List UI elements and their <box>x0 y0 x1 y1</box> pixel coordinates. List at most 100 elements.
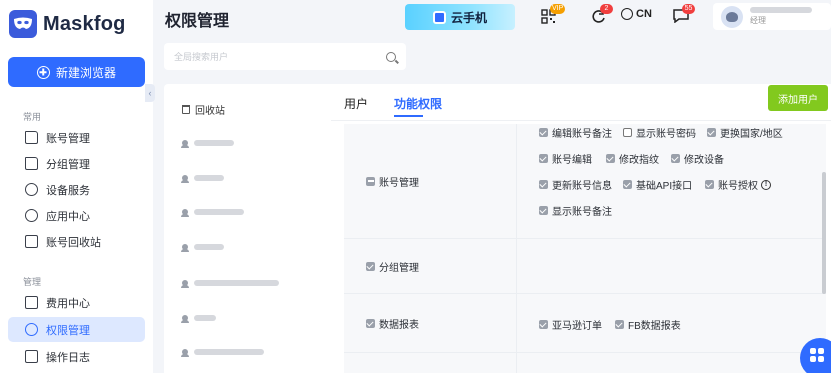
list-item[interactable] <box>181 244 224 252</box>
plus-circle-icon <box>36 65 50 79</box>
permission-group-reports[interactable]: 数据报表 <box>344 294 517 352</box>
sidebar-item-label: 分组管理 <box>46 158 90 171</box>
tab-users[interactable]: 用户 <box>344 95 368 112</box>
sidebar-item-label: 费用中心 <box>46 297 90 310</box>
sidebar-item-permission-management[interactable]: 权限管理 <box>8 317 145 342</box>
checkbox-checked-icon <box>366 261 375 271</box>
content-scrollbar[interactable] <box>822 172 826 294</box>
list-item[interactable] <box>181 349 264 357</box>
log-icon <box>25 350 38 363</box>
refresh-button[interactable]: 2 <box>591 4 613 24</box>
user-icon <box>181 175 189 183</box>
user-icon <box>181 280 189 288</box>
user-icon <box>181 315 189 323</box>
floating-apps-button[interactable] <box>800 338 831 373</box>
list-item[interactable] <box>181 209 244 217</box>
perm-edit-account[interactable]: 账号编辑 <box>539 151 592 166</box>
mask-logo-icon <box>9 10 37 38</box>
sidebar-item-operation-log[interactable]: 操作日志 <box>8 344 145 369</box>
perm-show-account-note[interactable]: 显示账号备注 <box>539 203 612 218</box>
qr-code-button[interactable]: VIP <box>541 4 566 24</box>
list-item[interactable] <box>181 280 279 288</box>
perm-amazon-orders[interactable]: 亚马逊订单 <box>539 317 602 332</box>
cube-icon <box>25 209 38 222</box>
sidebar-item-label: 设备服务 <box>46 184 90 197</box>
shield-icon <box>25 323 38 336</box>
checkbox-checked-icon <box>623 180 632 189</box>
list-item[interactable] <box>181 175 224 183</box>
perm-modify-device[interactable]: 修改设备 <box>671 151 724 166</box>
sidebar: Maskfog 新建浏览器 ‹ 常用 账号管理 分组管理 设备服务 应用中心 账… <box>0 0 155 373</box>
group-checkbox[interactable]: 数据报表 <box>366 316 419 331</box>
new-browser-button[interactable]: 新建浏览器 <box>8 57 145 87</box>
vip-badge: VIP <box>550 4 566 14</box>
perm-label: 账号授权 <box>718 181 758 192</box>
global-user-search[interactable]: 全局搜索用户 <box>164 43 406 70</box>
permission-table: 账号管理 编辑账号备注 显示账号密码 更换国家/地区 账号编辑 修改指纹 修改设… <box>344 124 826 373</box>
section-label-manage: 管理 <box>23 277 42 287</box>
perm-update-account-info[interactable]: 更新账号信息 <box>539 177 612 192</box>
sidebar-item-device-service[interactable]: 设备服务 <box>8 177 145 202</box>
user-name-redacted <box>194 209 244 215</box>
perm-label: 亚马逊订单 <box>552 321 602 332</box>
perm-label: 编辑账号备注 <box>552 129 612 140</box>
perm-change-country[interactable]: 更换国家/地区 <box>707 125 783 140</box>
page-title: 权限管理 <box>165 13 230 30</box>
phone-icon <box>432 10 446 24</box>
sidebar-collapse-toggle[interactable]: ‹ <box>145 84 155 102</box>
sidebar-item-account-management[interactable]: 账号管理 <box>8 125 145 150</box>
checkbox-checked-icon <box>615 320 624 329</box>
sidebar-item-billing[interactable]: 费用中心 <box>8 290 145 315</box>
location-pin-icon <box>25 183 38 196</box>
language-switcher[interactable]: CN <box>621 8 652 20</box>
user-name-redacted <box>194 175 224 181</box>
recycle-bin-item[interactable]: 回收站 <box>182 102 225 117</box>
checkbox-checked-icon <box>539 180 548 189</box>
perm-label: 更换国家/地区 <box>720 129 783 140</box>
messages-button[interactable]: 55 <box>673 4 695 24</box>
list-item[interactable] <box>181 315 216 323</box>
perm-show-account-password[interactable]: 显示账号密码 <box>623 125 696 140</box>
info-icon[interactable]: ! <box>761 179 771 190</box>
cloud-phone-label: 云手机 <box>450 10 487 25</box>
folder-icon <box>25 131 38 144</box>
checkbox-checked-icon <box>539 154 548 163</box>
user-role: 经理 <box>750 16 766 25</box>
checkbox-indeterminate-icon <box>366 176 375 186</box>
add-user-button[interactable]: 添加用户 <box>768 85 828 111</box>
permission-group-group[interactable]: 分组管理 <box>344 239 517 293</box>
user-name-redacted <box>194 140 234 146</box>
checkbox-checked-icon <box>705 180 714 189</box>
list-item[interactable] <box>181 140 234 148</box>
perm-modify-fingerprint[interactable]: 修改指纹 <box>606 151 659 166</box>
user-profile-menu[interactable]: 经理 <box>713 3 831 30</box>
perm-label: 修改设备 <box>684 155 724 166</box>
group-checkbox[interactable]: 分组管理 <box>366 259 419 274</box>
user-name-redacted <box>194 349 264 355</box>
sidebar-item-group-management[interactable]: 分组管理 <box>8 151 145 176</box>
checkbox-checked-icon <box>539 128 548 137</box>
perm-edit-account-note[interactable]: 编辑账号备注 <box>539 125 612 140</box>
avatar <box>721 5 743 28</box>
search-icon[interactable] <box>386 51 396 62</box>
sidebar-item-app-center[interactable]: 应用中心 <box>8 203 145 228</box>
sidebar-item-account-recycle[interactable]: 账号回收站 <box>8 229 145 254</box>
group-label: 数据报表 <box>379 319 419 331</box>
user-icon <box>181 209 189 217</box>
refresh-badge: 2 <box>600 4 613 14</box>
tab-feature-permissions[interactable]: 功能权限 <box>394 95 442 112</box>
app-logo[interactable]: Maskfog <box>9 10 126 38</box>
cloud-phone-button[interactable]: 云手机 <box>405 4 515 30</box>
group-checkbox[interactable]: 账号管理 <box>366 174 419 189</box>
perm-label: 更新账号信息 <box>552 181 612 192</box>
perm-fb-reports[interactable]: FB数据报表 <box>615 317 681 332</box>
perm-basic-api[interactable]: 基础API接口 <box>623 177 692 192</box>
dollar-icon <box>25 296 38 309</box>
user-name-redacted <box>194 280 279 286</box>
permission-group-account[interactable]: 账号管理 <box>344 124 517 238</box>
search-input[interactable]: 全局搜索用户 <box>174 50 228 63</box>
active-tab-indicator <box>394 115 423 117</box>
perm-label: 账号编辑 <box>552 155 592 166</box>
perm-account-authorization[interactable]: 账号授权! <box>705 177 771 192</box>
language-label: CN <box>636 8 652 20</box>
